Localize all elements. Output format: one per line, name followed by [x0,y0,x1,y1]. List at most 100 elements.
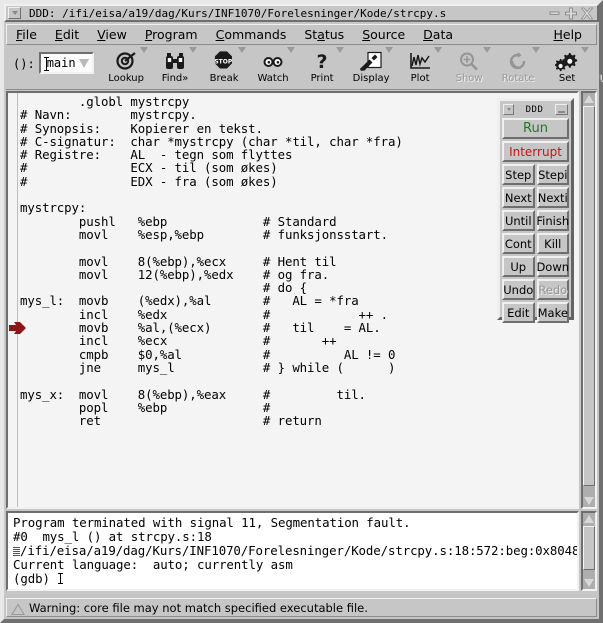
panel-menu-icon[interactable] [503,104,514,115]
menu-item-program[interactable]: Program [136,26,207,44]
dropdown-arrow-icon[interactable] [580,47,589,53]
scroll-thumb[interactable] [583,106,595,486]
dropdown-arrow-icon[interactable] [237,47,246,53]
source-line[interactable]: incl %ecx # ++ [20,334,403,348]
source-line[interactable]: pushl %ebp # Standard [20,214,403,228]
question-mark-icon: ? [309,49,335,73]
menu-item-status[interactable]: Status [295,26,353,44]
console-line: (gdb) [13,572,577,586]
until-button[interactable]: Until [502,210,535,231]
menu-label-rest: elp [562,26,582,42]
source-line[interactable]: incl %edx # ++ . [20,307,403,321]
source-line[interactable]: # Synopsis: Kopierer en tekst. [20,121,403,135]
source-line[interactable]: mystrcpy: [20,201,403,215]
source-line[interactable]: # ECX - til (som økes) [20,161,403,175]
menu-label-pre: St [304,26,318,42]
gdb-console[interactable]: Program terminated with signal 11, Segme… [6,511,579,591]
source-line[interactable]: .globl mystrcpy [20,95,403,109]
source-line[interactable] [20,188,403,201]
source-line[interactable]: # Registre: AL - tegn som flyttes [20,148,403,162]
source-line[interactable]: cmpb $0,%al # AL != 0 [20,347,403,361]
dropdown-arrow-icon[interactable] [188,47,197,53]
source-line[interactable]: mys_l: movb (%edx),%al # AL = *fra [20,294,403,308]
stop-sign-icon: STOP [211,49,237,73]
down-button[interactable]: Down [536,256,569,277]
menu-item-data[interactable]: Data [414,26,462,44]
dropdown-arrow-icon[interactable] [286,47,295,53]
interrupt-button[interactable]: Interrupt [502,141,569,162]
next-button[interactable]: Next [502,187,535,208]
break-button[interactable]: STOP Break [200,46,249,84]
minimize-icon[interactable] [547,6,562,20]
chevron-down-icon[interactable] [76,54,92,72]
source-line[interactable]: # C-signatur: char *mystrcpy (char *til,… [20,135,403,149]
gdb-console-area: Program terminated with signal 11, Segme… [6,511,597,594]
source-line[interactable]: # Navn: mystrcpy. [20,108,403,122]
source-line[interactable]: movl 8(%ebp),%ecx # Hent til [20,254,403,268]
lookup-button[interactable]: Lookup [102,46,151,84]
scroll-thumb[interactable] [583,526,595,570]
ddd-window: DDD: /ifi/eisa/a19/dag/Kurs/INF1070/Fore… [0,0,603,623]
print-button[interactable]: ? Print [298,46,347,84]
source-line[interactable]: movl 12(%ebp),%edx # og fra. [20,268,403,282]
console-vertical-scrollbar[interactable] [581,511,597,591]
menu-item-file[interactable]: File [7,26,46,44]
scroll-down-arrow-icon[interactable] [583,495,595,507]
argument-combobox[interactable]: main [38,52,94,74]
display-button[interactable]: Display [347,46,396,84]
panel-minimize-icon[interactable] [555,104,568,115]
source-line[interactable] [20,374,403,387]
tool-buttons: Lookup Find» STOP Break Watch ? Print Di… [102,46,603,84]
window-title: DDD: /ifi/eisa/a19/dag/Kurs/INF1070/Fore… [29,6,447,20]
source-line[interactable]: movb %al,(%ecx) # til = AL. [20,321,403,335]
source-vertical-scrollbar[interactable] [581,91,597,509]
plot-button[interactable]: Plot [396,46,445,84]
kill-button[interactable]: Kill [536,233,569,254]
cont-button[interactable]: Cont [502,233,535,254]
source-line[interactable]: # do { [20,281,403,295]
scroll-up-arrow-icon[interactable] [583,93,595,105]
svg-text:?: ? [317,51,328,71]
menu-item-view[interactable]: View [88,26,136,44]
dropdown-arrow-icon[interactable] [384,47,393,53]
source-line[interactable]: mys_x: movl 8(%ebp),%eax # til. [20,387,403,401]
source-line[interactable] [20,241,403,254]
dropdown-arrow-icon[interactable] [433,47,442,53]
mnemonic: H [553,26,563,42]
source-line[interactable]: ret # return [20,414,403,428]
edit-button[interactable]: Edit [502,302,535,323]
step-button[interactable]: Step [502,164,535,185]
stepi-button[interactable]: Stepi [536,164,569,185]
find-button[interactable]: Find» [151,46,200,84]
source-line[interactable]: popl %ebp # [20,401,403,415]
up-button[interactable]: Up [502,256,535,277]
menu-item-help[interactable]: Help [544,26,596,44]
set-button[interactable]: Set [543,46,592,84]
source-text-box[interactable]: .globl mystrcpy # Navn: mystrcpy. # Synops… [6,91,579,509]
close-icon[interactable] [579,6,594,20]
finish-button[interactable]: Finish [536,210,569,231]
undo-button[interactable]: Undo [502,279,535,300]
breakpoint-gutter[interactable] [10,93,18,507]
make-button[interactable]: Make [536,302,569,323]
source-line[interactable]: # EDX - fra (som økes) [20,174,403,188]
menu-item-source[interactable]: Source [353,26,414,44]
run-button[interactable]: Run [502,118,569,139]
scroll-down-arrow-icon[interactable] [583,577,595,589]
scroll-up-arrow-icon[interactable] [583,513,595,525]
dropdown-arrow-icon[interactable] [335,47,344,53]
tool-label: Watch [257,73,289,84]
watch-button[interactable]: Watch [249,46,298,84]
source-line[interactable]: jne mys_l # } while ( ) [20,361,403,375]
command-row: Up Down [502,256,569,279]
maximize-icon[interactable] [563,6,578,20]
menu-label-rest: iew [105,26,127,42]
menu-item-edit[interactable]: Edit [46,26,88,44]
menu-item-commands[interactable]: Commands [207,26,296,44]
nexti-button[interactable]: Nexti [536,187,569,208]
scroll-down-glyph [584,497,594,505]
window-menu-icon[interactable] [8,7,21,19]
source-line[interactable]: movl %esp,%ebp # funksjonsstart. [20,228,403,242]
dropdown-arrow-icon[interactable] [139,47,148,53]
chevron-down-glyph [506,108,511,111]
